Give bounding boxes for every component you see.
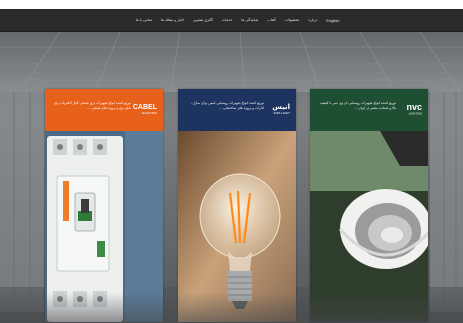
nav-item-news[interactable]: اخبار و مقاله ها (161, 18, 184, 22)
nav-item-gallery[interactable]: گالری تصاویر (193, 18, 213, 22)
nav-item-brands[interactable]: آفتاب (267, 18, 275, 22)
nav-item-language[interactable]: English (326, 18, 339, 23)
svg-text:ELECTRIC: ELECTRIC (142, 111, 158, 115)
circuit-breaker-image (45, 131, 163, 322)
card-header-cabel: CABEL ELECTRIC توزیع کننده انواع تجهیزات… (45, 89, 163, 131)
card-description-nvc: توزیع کننده انواع تجهیزات روشنایی ان وی … (319, 101, 396, 110)
svg-text:LIGHTING: LIGHTING (409, 112, 422, 116)
brand-card-anis[interactable]: انیس ANIS LIGHT توزیع کننده انواع تجهیزا… (178, 89, 296, 322)
svg-text:ANIS LIGHT: ANIS LIGHT (273, 111, 290, 115)
nav-item-contact[interactable]: تماس با ما (136, 18, 152, 22)
cabel-logo-icon: CABEL ELECTRIC (133, 104, 158, 115)
nvc-logo-icon: nvc LIGHTING (406, 102, 422, 116)
hero-section: CABEL ELECTRIC توزیع کننده انواع تجهیزات… (0, 32, 463, 323)
svg-text:CABEL: CABEL (133, 104, 158, 111)
card-description-cabel: توزیع کننده انواع تجهیزات برق صنعتی کابل… (53, 101, 131, 110)
downlight-image (310, 131, 428, 322)
main-navbar: English درباره محصولات آفتاب نمایندگی ها… (0, 9, 463, 32)
card-header-nvc: nvc LIGHTING توزیع کننده انواع تجهیزات ر… (310, 89, 428, 131)
nav-menu: English درباره محصولات آفتاب نمایندگی ها… (136, 9, 340, 31)
card-header-anis: انیس ANIS LIGHT توزیع کننده انواع تجهیزا… (178, 89, 296, 131)
nav-item-agencies[interactable]: نمایندگی ها (241, 18, 258, 22)
nav-item-products[interactable]: محصولات (285, 18, 300, 22)
nav-item-services[interactable]: خدمات (222, 18, 233, 22)
svg-text:انیس: انیس (272, 103, 290, 111)
top-white-bar (0, 0, 463, 9)
brand-card-cabel[interactable]: CABEL ELECTRIC توزیع کننده انواع تجهیزات… (45, 89, 163, 322)
nav-item-about[interactable]: درباره (308, 18, 317, 22)
card-description-anis: توزیع کننده انواع تجهیزات روشنایی انیس ب… (191, 101, 264, 110)
filament-bulb-image (178, 131, 296, 322)
svg-text:nvc: nvc (406, 102, 422, 112)
brand-card-nvc[interactable]: nvc LIGHTING توزیع کننده انواع تجهیزات ر… (310, 89, 428, 322)
anis-logo-icon: انیس ANIS LIGHT (272, 103, 290, 115)
